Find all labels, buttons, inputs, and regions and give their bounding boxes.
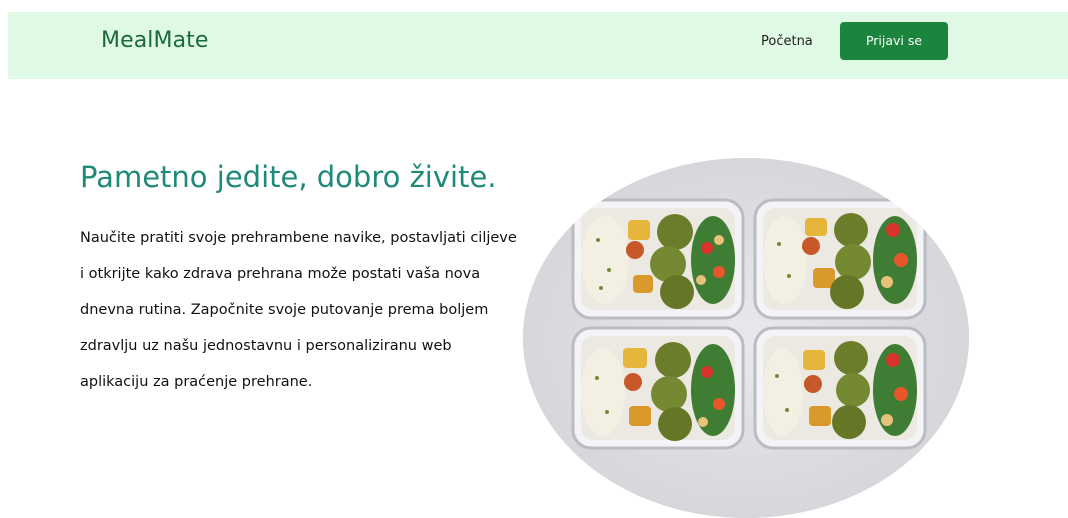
hero-title: Pametno jedite, dobro živite.: [80, 160, 497, 194]
nav-link-home[interactable]: Početna: [761, 34, 813, 49]
hero-description: Naučite pratiti svoje prehrambene navike…: [80, 230, 517, 390]
login-button[interactable]: Prijavi se: [840, 22, 948, 60]
brand-logo[interactable]: MealMate: [101, 28, 209, 53]
meal-prep-image: [523, 158, 969, 518]
navbar: MealMate Početna Prijavi se: [8, 12, 1068, 79]
